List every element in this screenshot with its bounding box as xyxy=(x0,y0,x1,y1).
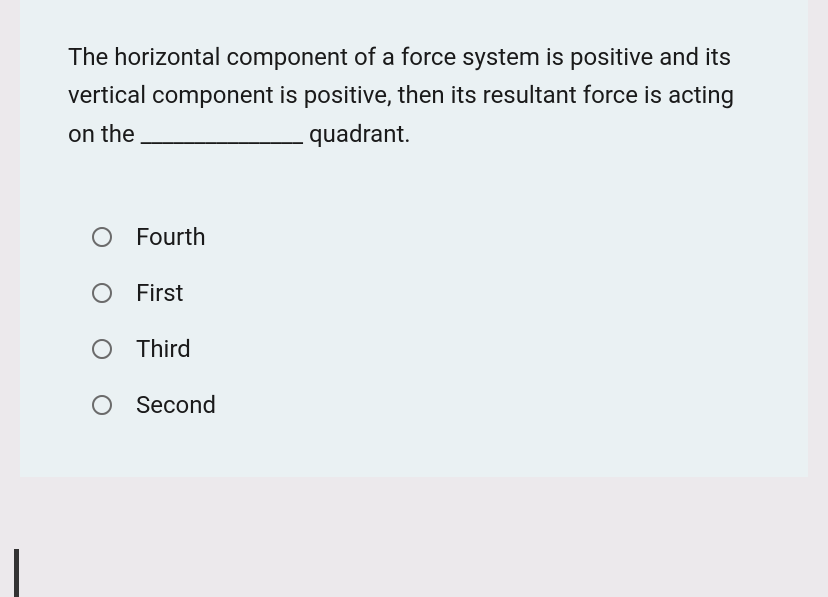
accent-bar xyxy=(14,549,19,597)
radio-icon xyxy=(92,339,112,359)
radio-icon xyxy=(92,395,112,415)
option-fourth[interactable]: Fourth xyxy=(92,223,760,251)
radio-icon xyxy=(92,227,112,247)
option-first[interactable]: First xyxy=(92,279,760,307)
option-third[interactable]: Third xyxy=(92,335,760,363)
option-label: First xyxy=(136,279,183,307)
option-label: Second xyxy=(136,391,216,419)
options-group: Fourth First Third Second xyxy=(68,223,760,419)
option-second[interactable]: Second xyxy=(92,391,760,419)
question-card: The horizontal component of a force syst… xyxy=(20,0,808,477)
radio-icon xyxy=(92,283,112,303)
option-label: Fourth xyxy=(136,223,206,251)
question-text: The horizontal component of a force syst… xyxy=(68,38,760,153)
option-label: Third xyxy=(136,335,191,363)
